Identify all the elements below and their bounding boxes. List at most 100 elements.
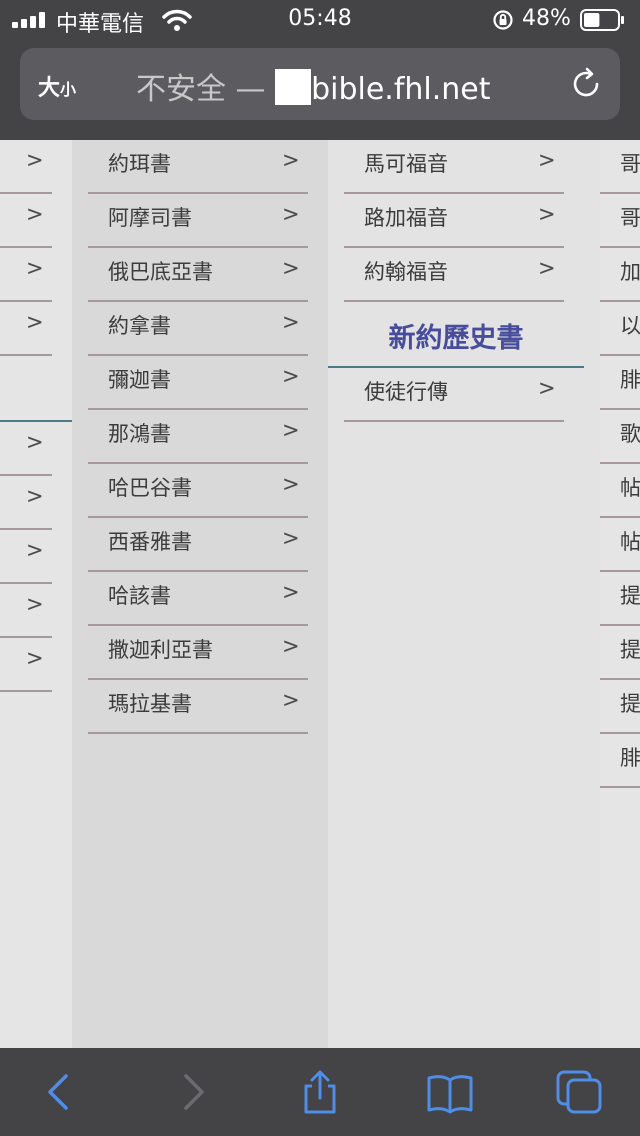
book-label: 約珥書: [108, 152, 171, 176]
book-item[interactable]: 馬可福音 >: [344, 140, 564, 194]
book-label: 阿摩司書: [108, 206, 192, 230]
chevron-right-icon: >: [26, 646, 44, 670]
list-item[interactable]: >: [0, 422, 52, 476]
chevron-right-icon: >: [282, 634, 300, 658]
chevron-right-icon: >: [282, 202, 300, 226]
book-item[interactable]: 哥: [600, 194, 640, 248]
tabs-icon[interactable]: [556, 1068, 604, 1116]
list-item[interactable]: >: [0, 194, 52, 248]
book-label: 哥: [620, 206, 640, 230]
chevron-right-icon: >: [282, 418, 300, 442]
book-item[interactable]: 路加福音 >: [344, 194, 564, 248]
book-label: 那鴻書: [108, 422, 171, 446]
book-item[interactable]: 西番雅書 >: [88, 518, 308, 572]
book-item[interactable]: 帖: [600, 464, 640, 518]
book-label: 提: [620, 584, 640, 608]
book-item[interactable]: 加: [600, 248, 640, 302]
browser-toolbar: [0, 1048, 640, 1136]
share-icon[interactable]: [296, 1068, 344, 1116]
book-label: 約翰福音: [364, 260, 448, 284]
chevron-right-icon: >: [26, 256, 44, 280]
back-icon[interactable]: [36, 1068, 84, 1116]
book-label: 路加福音: [364, 206, 448, 230]
list-item[interactable]: >: [0, 584, 52, 638]
book-label: 哈該書: [108, 584, 171, 608]
battery-icon: [580, 9, 624, 31]
chevron-right-icon: >: [282, 364, 300, 388]
insecure-label: 不安全 —: [136, 72, 266, 107]
list-item[interactable]: >: [0, 476, 52, 530]
book-item[interactable]: 提: [600, 680, 640, 734]
book-item[interactable]: 阿摩司書 >: [88, 194, 308, 248]
chevron-right-icon: >: [282, 472, 300, 496]
chevron-right-icon: >: [282, 310, 300, 334]
book-item[interactable]: 約翰福音 >: [344, 248, 564, 302]
list-item[interactable]: >: [0, 140, 52, 194]
book-item[interactable]: 提: [600, 626, 640, 680]
list-item[interactable]: >: [0, 530, 52, 584]
chevron-right-icon: >: [26, 484, 44, 508]
chevron-right-icon: >: [538, 376, 556, 400]
book-label: 帖: [620, 530, 640, 554]
book-item[interactable]: 提: [600, 572, 640, 626]
column-3: 馬可福音 > 路加福音 > 約翰福音 > 新約歷史書 使徒行傳 >: [328, 140, 600, 1048]
column-2: 約珥書 > 阿摩司書 > 俄巴底亞書 > 約拿書 > 彌迦書 > 那鴻書 > 哈巴谷書 > 西番雅書 > 哈該書…: [72, 140, 328, 1048]
book-label: 西番雅書: [108, 530, 192, 554]
chevron-right-icon: >: [282, 688, 300, 712]
book-item[interactable]: 使徒行傳 >: [344, 368, 564, 422]
text-size-button[interactable]: 大小: [38, 70, 76, 102]
book-item[interactable]: 哈巴谷書 >: [88, 464, 308, 518]
column-4: 哥哥加以腓歌帖帖提提提腓: [600, 140, 640, 1048]
book-label: 以: [620, 314, 640, 338]
book-item[interactable]: 彌迦書 >: [88, 356, 308, 410]
list-item[interactable]: >: [0, 302, 52, 356]
book-item[interactable]: 那鴻書 >: [88, 410, 308, 464]
book-item[interactable]: 帖: [600, 518, 640, 572]
list-item[interactable]: >: [0, 248, 52, 302]
book-label: 俄巴底亞書: [108, 260, 213, 284]
chevron-right-icon: >: [282, 148, 300, 172]
bookmarks-icon[interactable]: [426, 1068, 474, 1116]
book-item[interactable]: 腓: [600, 356, 640, 410]
chevron-right-icon: >: [26, 148, 44, 172]
chevron-right-icon: >: [26, 430, 44, 454]
book-label: 加: [620, 260, 640, 284]
chevron-right-icon: >: [26, 202, 44, 226]
reload-icon[interactable]: [568, 66, 604, 102]
book-item[interactable]: 腓: [600, 734, 640, 788]
chevron-right-icon: >: [282, 256, 300, 280]
url-domain: bible.fhl.net: [311, 72, 491, 107]
book-label: 馬可福音: [364, 152, 448, 176]
book-label: 帖: [620, 476, 640, 500]
book-item[interactable]: 以: [600, 302, 640, 356]
section-heading: 新約歷史書: [388, 323, 524, 354]
book-label: 撒迦利亞書: [108, 638, 213, 662]
book-item[interactable]: 歌: [600, 410, 640, 464]
chevron-right-icon: >: [282, 526, 300, 550]
list-item[interactable]: >: [0, 638, 52, 692]
book-item[interactable]: 約拿書 >: [88, 302, 308, 356]
bible-book-columns: >>>>t>>>>> 約珥書>阿摩司書>俄巴底亞書>約拿書>彌迦書>那鴻書>哈巴…: [0, 140, 640, 1048]
chevron-right-icon: >: [538, 256, 556, 280]
redaction-box: [275, 69, 312, 105]
chevron-right-icon: >: [26, 310, 44, 334]
book-label: 哈巴谷書: [108, 476, 192, 500]
book-item[interactable]: 撒迦利亞書 >: [88, 626, 308, 680]
book-label: 哥: [620, 152, 640, 176]
book-label: 歌: [620, 422, 640, 446]
address-bar[interactable]: 大小 不安全 — bible.fhl.net: [20, 48, 620, 120]
book-label: 提: [620, 692, 640, 716]
url-text[interactable]: 不安全 — bible.fhl.net: [136, 64, 491, 108]
book-item[interactable]: 約珥書 >: [88, 140, 308, 194]
book-item[interactable]: 瑪拉基書 >: [88, 680, 308, 734]
book-item[interactable]: 哥: [600, 140, 640, 194]
book-label: 使徒行傳: [364, 380, 448, 404]
forward-icon[interactable]: [168, 1068, 216, 1116]
book-label: 提: [620, 638, 640, 662]
book-label: 約拿書: [108, 314, 171, 338]
browser-chrome-top: 中華電信 05:48 48% 大小 不安全 — bible.fhl.net: [0, 0, 640, 140]
chevron-right-icon: >: [26, 538, 44, 562]
book-item[interactable]: 哈該書 >: [88, 572, 308, 626]
book-item[interactable]: 俄巴底亞書 >: [88, 248, 308, 302]
book-label: 瑪拉基書: [108, 692, 192, 716]
